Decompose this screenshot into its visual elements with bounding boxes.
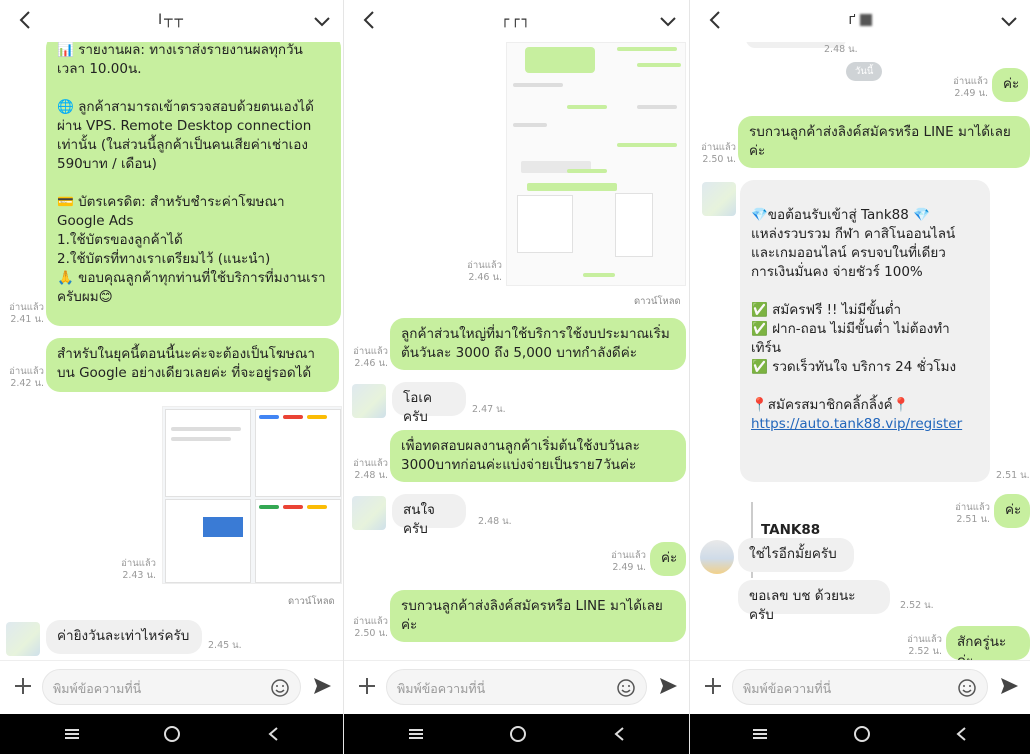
chat-screen-2: ┌┌┐ อ่านแล้ว 2.46 น. ดาวน์โหลด ลูกค้าส่ว… [343,0,689,754]
message-meta: อ่านแล้ว 2.43 น. [121,558,156,581]
download-link[interactable]: ดาวน์โหลด [288,594,335,609]
message-time: 2.51 น. [996,470,1030,481]
plus-icon[interactable] [702,675,724,697]
message-time: 2.48 น. [824,44,858,55]
message-meta: อ่านแล้ว 2.50 น. [353,616,388,639]
message-meta: อ่านแล้ว 2.52 น. [907,634,942,657]
avatar[interactable] [6,622,40,656]
send-icon[interactable] [657,675,679,697]
budget-message: ลูกค้าส่วนใหญ่ที่มาใช้บริการใช้งบประมาณเ… [390,318,686,370]
menu-icon[interactable] [750,724,770,744]
test-message: เพื่อทดสอบผลงานลูกค้าเริ่มต้นใช้งบวันละ … [390,430,686,482]
message-time: 2.47 น. [472,404,506,415]
chevron-down-icon[interactable] [657,8,679,34]
android-nav-bar [344,714,689,754]
message-meta: อ่านแล้ว 2.42 น. [9,366,44,389]
plus-icon[interactable] [356,675,378,697]
android-nav-bar [0,714,343,754]
blurred-name [859,14,872,26]
message-meta: อ่านแล้ว 2.46 น. [467,260,502,283]
chevron-down-icon[interactable] [998,8,1020,34]
menu-icon[interactable] [406,724,426,744]
chat-header: I┬┬ [0,0,343,42]
screenshot-image[interactable] [162,406,342,584]
chat-header: ┌┌┐ [344,0,689,42]
emoji-icon[interactable] [616,678,636,698]
home-icon[interactable] [162,724,182,744]
message-input[interactable]: พิมพ์ข้อความที่นี่ [42,669,301,705]
input-bar: พิมพ์ข้อความที่นี่ [690,660,1030,714]
message-input[interactable]: พิมพ์ข้อความที่นี่ [386,669,647,705]
emoji-icon[interactable] [957,678,977,698]
chat-screen-3: ґ 2.48 น. วันนี้ ค่ะ อ่านแล้ว 2.49 น. รบก… [689,0,1030,754]
download-link[interactable]: ดาวน์โหลด [634,294,681,309]
chat-title: ┌┌┐ [500,12,533,28]
google-message: สำหรับในยุคนี้ตอนนี้นะค่ะจะต้องเป็นโฆษณา… [46,338,339,392]
welcome-message: 💎ขอต้อนรับเข้าสู่ Tank88 💎 แหล่งรวบรวม ก… [740,180,990,578]
message-time: 2.48 น. [478,516,512,527]
date-chip: วันนี้ [846,62,883,81]
emoji-icon[interactable] [270,678,290,698]
chat-title: ґ [690,12,1030,28]
message-meta: อ่านแล้ว 2.49 น. [953,76,988,99]
ka-message: ค่ะ [992,68,1028,102]
avatar[interactable] [352,496,386,530]
chevron-down-icon[interactable] [311,8,333,34]
three-chat-screens: I┬┬ 📊 รายงานผล: ทางเราส่งรายงานผลทุกวัน … [0,0,1030,754]
ok-message: โอเคครับ [392,382,466,425]
avatar[interactable] [700,540,734,574]
register-link[interactable]: https://auto.tank88.vip/register [751,415,979,434]
screenshot-image[interactable] [506,42,686,286]
message-meta: อ่านแล้ว 2.41 น. [9,302,44,325]
message-meta: อ่านแล้ว 2.48 น. [353,458,388,481]
chat-title: I┬┬ [158,12,185,28]
chat-header: ґ [690,0,1030,42]
signup-request-message: รบกวนลูกค้าส่งลิงค์สมัครหรือ LINE มาได้เ… [738,116,1030,168]
android-nav-bar [690,714,1030,754]
question-message: ค่ายิงวันละเท่าไหร่ครับ [46,620,202,654]
message-list[interactable]: 2.48 น. วันนี้ ค่ะ อ่านแล้ว 2.49 น. รบกวน… [690,42,1030,660]
menu-icon[interactable] [62,724,82,744]
message-meta: อ่านแล้ว 2.51 น. [955,502,990,525]
nav-back-icon[interactable] [952,724,972,744]
ka-message: ค่ะ [994,494,1030,528]
send-icon[interactable] [311,675,333,697]
avatar[interactable] [702,182,736,216]
message-meta: อ่านแล้ว 2.49 น. [611,550,646,573]
interested-message: สนใจครับ [392,494,466,537]
message-list[interactable]: 📊 รายงานผล: ทางเราส่งรายงานผลทุกวัน เวลา… [0,42,343,660]
message-meta: อ่านแล้ว 2.50 น. [701,142,736,165]
nav-back-icon[interactable] [610,724,630,744]
home-icon[interactable] [508,724,528,744]
plus-icon[interactable] [12,675,34,697]
input-bar: พิมพ์ข้อความที่นี่ [0,660,343,714]
card-title: TANK88 [761,522,821,538]
promo-message: 📊 รายงานผล: ทางเราส่งรายงานผลทุกวัน เวลา… [46,42,341,326]
message-time: 2.45 น. [208,640,242,651]
message-time: 2.52 น. [900,600,934,611]
ka-message: ค่ะ [650,542,686,576]
message-meta: อ่านแล้ว 2.46 น. [353,346,388,369]
anything-else-message: ใช่ไรอีกมั้ยครับ [738,538,854,572]
account-number-message: ขอเลข บช ด้วยนะครับ [738,580,890,623]
signup-request-message: รบกวนลูกค้าส่งลิงค์สมัครหรือ LINE มาได้เ… [390,590,686,642]
send-icon[interactable] [998,675,1020,697]
message-input[interactable]: พิมพ์ข้อความที่นี่ [732,669,988,705]
chat-screen-1: I┬┬ 📊 รายงานผล: ทางเราส่งรายงานผลทุกวัน … [0,0,343,754]
input-bar: พิมพ์ข้อความที่นี่ [344,660,689,714]
home-icon[interactable] [852,724,872,744]
message-list[interactable]: อ่านแล้ว 2.46 น. ดาวน์โหลด ลูกค้าส่วนใหญ่… [344,42,689,660]
avatar[interactable] [352,384,386,418]
apply-message: สักครู่นะค่ะ [946,626,1030,660]
nav-back-icon[interactable] [264,724,284,744]
